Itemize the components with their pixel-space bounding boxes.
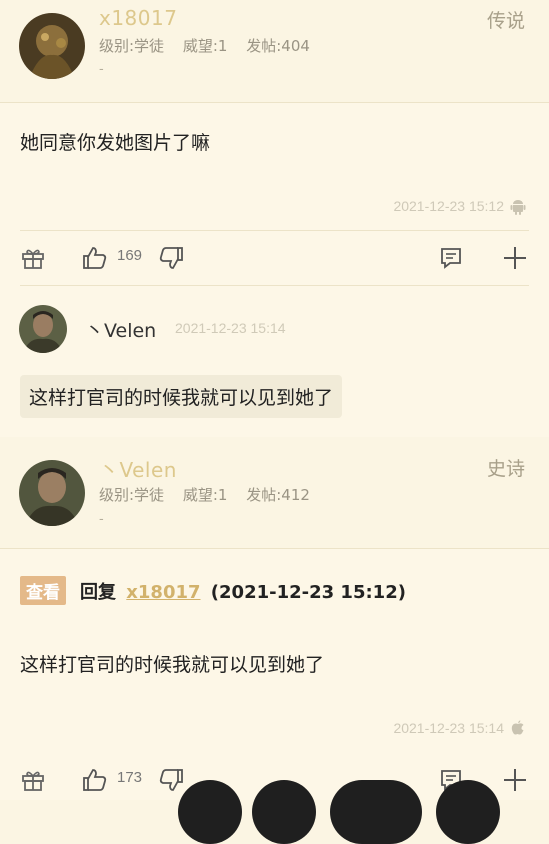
signature: - — [99, 512, 104, 527]
username[interactable]: x18017 — [99, 6, 177, 30]
android-icon — [510, 200, 526, 215]
username[interactable]: 丶Velen — [99, 454, 177, 483]
floating-forward-button[interactable] — [436, 780, 500, 844]
rank-label: 史诗 — [486, 458, 525, 480]
user-stats: 级别:学徒 威望:1 发帖:412 — [99, 484, 324, 505]
like-count: 169 — [117, 247, 143, 264]
avatar[interactable] — [19, 13, 85, 79]
post-header: x18017 传说 级别:学徒 威望:1 发帖:404 - — [0, 0, 549, 103]
gift-icon[interactable] — [20, 767, 46, 793]
avatar[interactable] — [19, 305, 67, 353]
floating-nav-button[interactable] — [252, 780, 316, 844]
post-card: 丶Velen 史诗 级别:学徒 威望:1 发帖:412 - 查看 回复 x180… — [0, 438, 549, 800]
view-tag-button[interactable]: 查看 — [20, 576, 66, 605]
rank-label: 传说 — [486, 10, 525, 32]
quoted-username[interactable]: x18017 — [126, 582, 200, 603]
reply-item: 丶Velen 2021-12-23 15:14 这样打官司的时候我就可以见到她了 — [0, 287, 549, 437]
action-bar: 169 — [0, 232, 549, 284]
post-content: 这样打官司的时候我就可以见到她了 — [20, 654, 325, 676]
level-label: 级别:学徒 — [99, 37, 165, 55]
posts-count-label: 发帖:404 — [246, 37, 310, 55]
avatar[interactable] — [19, 460, 85, 526]
divider — [20, 230, 529, 231]
post-timestamp: 2021-12-23 15:12 — [393, 198, 504, 214]
plus-icon[interactable] — [502, 245, 528, 271]
apple-icon — [511, 720, 524, 735]
reply-text: 这样打官司的时候我就可以见到她了 — [20, 375, 343, 418]
floating-back-button[interactable] — [178, 780, 242, 844]
user-stats: 级别:学徒 威望:1 发帖:404 — [99, 35, 324, 56]
post-header: 丶Velen 史诗 级别:学徒 威望:1 发帖:412 - — [0, 438, 549, 549]
divider — [20, 285, 529, 286]
gift-icon[interactable] — [20, 245, 46, 271]
quoted-time: (2021-12-23 15:12) — [210, 582, 406, 603]
thumbs-up-icon[interactable] — [82, 767, 108, 793]
thumbs-down-icon[interactable] — [158, 245, 184, 271]
prestige-label: 威望:1 — [182, 486, 228, 504]
prestige-label: 威望:1 — [182, 37, 228, 55]
level-label: 级别:学徒 — [99, 486, 165, 504]
reply-word: 回复 — [80, 582, 116, 603]
thumbs-down-icon[interactable] — [158, 767, 184, 793]
posts-count-label: 发帖:412 — [246, 486, 310, 504]
thumbs-up-icon[interactable] — [82, 245, 108, 271]
reply-username[interactable]: 丶Velen — [85, 316, 156, 343]
plus-icon[interactable] — [502, 767, 528, 793]
comment-icon[interactable] — [438, 245, 464, 271]
post-card: x18017 传说 级别:学徒 威望:1 发帖:404 - 她同意你发她图片了嘛… — [0, 0, 549, 287]
post-content: 她同意你发她图片了嘛 — [20, 132, 211, 154]
signature: - — [99, 62, 104, 77]
quote-reference: 回复 x18017 (2021-12-23 15:12) — [80, 578, 406, 604]
reply-timestamp: 2021-12-23 15:14 — [175, 320, 286, 336]
like-count: 173 — [117, 769, 143, 786]
post-timestamp: 2021-12-23 15:14 — [393, 720, 504, 736]
floating-page-button[interactable] — [330, 780, 422, 844]
